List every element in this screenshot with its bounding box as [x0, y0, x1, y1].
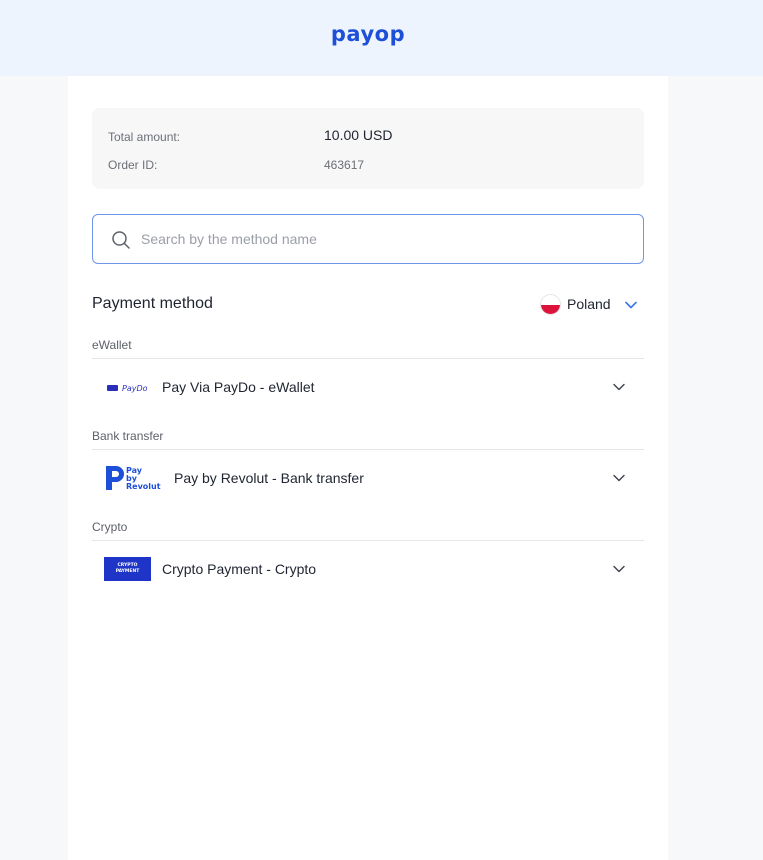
search-input[interactable] [141, 215, 621, 263]
method-row-paydo[interactable]: PayDo Pay Via PayDo - eWallet [92, 359, 644, 415]
top-header: payop [0, 0, 763, 76]
payment-method-title: Payment method [92, 295, 213, 312]
method-name-paydo: Pay Via PayDo - eWallet [162, 379, 315, 395]
country-selector[interactable]: Poland [540, 292, 644, 318]
order-summary: Total amount: 10.00 USD Order ID: 463617 [92, 108, 644, 189]
method-row-revolut[interactable]: Pay by Revolut Pay by Revolut - Bank tra… [92, 450, 644, 506]
paydo-logo-text: PayDo [122, 384, 148, 393]
paydo-logo-icon: PayDo [107, 384, 148, 393]
crypto-logo-line2: PAYMENT [115, 569, 140, 574]
checkout-panel: Total amount: 10.00 USD Order ID: 463617… [68, 76, 668, 860]
chevron-down-icon[interactable] [612, 380, 626, 394]
section-label-crypto: Crypto [92, 520, 128, 534]
search-box[interactable] [92, 214, 644, 264]
method-name-crypto: Crypto Payment - Crypto [162, 561, 317, 577]
order-id-value: 463617 [324, 158, 365, 172]
search-icon [112, 231, 130, 249]
crypto-payment-logo-icon: CRYPTO PAYMENT [104, 557, 151, 581]
chevron-down-icon[interactable] [612, 562, 626, 576]
chevron-down-icon [625, 301, 637, 309]
method-name-revolut: Pay by Revolut - Bank transfer [174, 470, 364, 486]
section-label-bank-transfer: Bank transfer [92, 429, 164, 443]
revolut-logo-revolut: Revolut [126, 482, 161, 491]
section-label-ewallet: eWallet [92, 338, 132, 352]
order-id-label: Order ID: [108, 158, 158, 172]
total-amount-value: 10.00 USD [324, 127, 393, 143]
total-amount-label: Total amount: [108, 130, 181, 144]
country-name: Poland [567, 296, 611, 312]
revolut-logo-icon: Pay by Revolut [106, 466, 161, 491]
chevron-down-icon[interactable] [612, 471, 626, 485]
payop-logo: payop [330, 22, 406, 46]
poland-flag-icon [540, 294, 561, 315]
method-row-crypto[interactable]: CRYPTO PAYMENT Crypto Payment - Crypto [92, 541, 644, 597]
